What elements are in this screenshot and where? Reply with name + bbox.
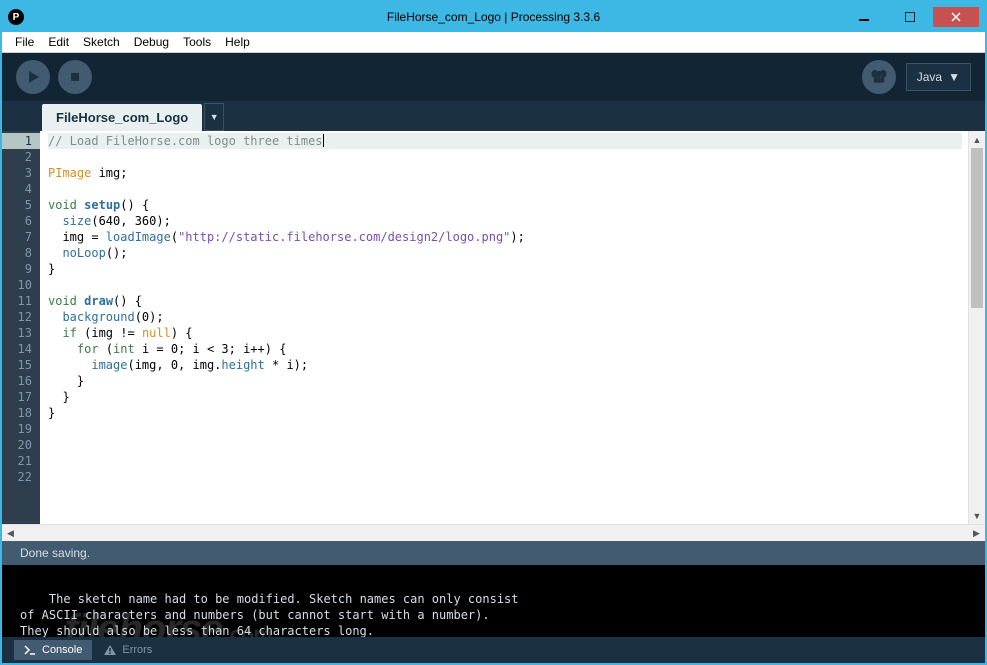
line-number: 17 bbox=[2, 389, 40, 405]
line-number: 3 bbox=[2, 165, 40, 181]
code-line[interactable] bbox=[48, 277, 962, 293]
line-number: 16 bbox=[2, 373, 40, 389]
minimize-button[interactable] bbox=[841, 7, 887, 27]
toolbar: Java ▼ bbox=[2, 53, 985, 101]
app-window: P FileHorse_com_Logo | Processing 3.3.6 … bbox=[0, 0, 987, 665]
line-number: 10 bbox=[2, 277, 40, 293]
code-line[interactable]: image(img, 0, img.height * i); bbox=[48, 357, 962, 373]
scroll-up-arrow[interactable]: ▲ bbox=[969, 131, 985, 148]
errors-tab-label: Errors bbox=[122, 644, 152, 656]
play-icon bbox=[26, 70, 40, 84]
line-number: 9 bbox=[2, 261, 40, 277]
menu-debug[interactable]: Debug bbox=[127, 33, 176, 51]
code-line[interactable] bbox=[48, 181, 962, 197]
code-line[interactable]: void setup() { bbox=[48, 197, 962, 213]
code-line[interactable]: background(0); bbox=[48, 309, 962, 325]
scroll-left-arrow[interactable]: ◀ bbox=[2, 525, 19, 542]
code-line[interactable]: // Load FileHorse.com logo three times bbox=[48, 133, 962, 149]
line-number: 8 bbox=[2, 245, 40, 261]
menubar: File Edit Sketch Debug Tools Help bbox=[2, 32, 985, 53]
code-line[interactable]: img = loadImage("http://static.filehorse… bbox=[48, 229, 962, 245]
code-line[interactable] bbox=[48, 453, 962, 469]
line-number: 7 bbox=[2, 229, 40, 245]
code-line[interactable]: } bbox=[48, 405, 962, 421]
line-number: 12 bbox=[2, 309, 40, 325]
chevron-down-icon: ▼ bbox=[948, 70, 960, 84]
line-number: 5 bbox=[2, 197, 40, 213]
statusbar: Done saving. bbox=[2, 541, 985, 565]
stop-button[interactable] bbox=[58, 60, 92, 94]
menu-edit[interactable]: Edit bbox=[41, 33, 76, 51]
code-line[interactable]: PImage img; bbox=[48, 165, 962, 181]
close-button[interactable] bbox=[933, 7, 979, 27]
run-button[interactable] bbox=[16, 60, 50, 94]
errors-tab[interactable]: Errors bbox=[94, 640, 162, 660]
horizontal-scrollbar[interactable]: ◀ ▶ bbox=[2, 524, 985, 541]
menu-help[interactable]: Help bbox=[218, 33, 257, 51]
window-controls bbox=[841, 7, 979, 27]
console-tab[interactable]: Console bbox=[14, 640, 92, 660]
language-label: Java bbox=[917, 70, 942, 84]
window-title: FileHorse_com_Logo | Processing 3.3.6 bbox=[387, 10, 600, 24]
sketch-tabbar: FileHorse_com_Logo ▼ bbox=[2, 101, 985, 131]
editor: 12345678910111213141516171819202122 // L… bbox=[2, 131, 985, 541]
butterfly-icon bbox=[870, 68, 888, 86]
line-number: 6 bbox=[2, 213, 40, 229]
line-number: 19 bbox=[2, 421, 40, 437]
code-line[interactable]: if (img != null) { bbox=[48, 325, 962, 341]
stop-icon bbox=[68, 70, 82, 84]
status-message: Done saving. bbox=[20, 546, 90, 560]
scroll-right-arrow[interactable]: ▶ bbox=[968, 525, 985, 542]
line-number: 13 bbox=[2, 325, 40, 341]
scrollbar-thumb[interactable] bbox=[971, 148, 983, 308]
line-number: 11 bbox=[2, 293, 40, 309]
console-output[interactable]: The sketch name had to be modified. Sket… bbox=[2, 565, 985, 637]
code-line[interactable] bbox=[48, 469, 962, 485]
debug-mode-button[interactable] bbox=[862, 60, 896, 94]
line-number: 1 bbox=[2, 133, 40, 149]
line-gutter: 12345678910111213141516171819202122 bbox=[2, 131, 40, 524]
code-line[interactable]: void draw() { bbox=[48, 293, 962, 309]
tab-menu-button[interactable]: ▼ bbox=[204, 103, 224, 131]
code-line[interactable] bbox=[48, 437, 962, 453]
language-selector[interactable]: Java ▼ bbox=[906, 63, 971, 91]
code-line[interactable]: for (int i = 0; i < 3; i++) { bbox=[48, 341, 962, 357]
vertical-scrollbar[interactable]: ▲ ▼ bbox=[968, 131, 985, 524]
warning-icon bbox=[104, 645, 116, 655]
scroll-down-arrow[interactable]: ▼ bbox=[969, 507, 985, 524]
code-line[interactable] bbox=[48, 421, 962, 437]
maximize-button[interactable] bbox=[887, 7, 933, 27]
code-line[interactable]: size(640, 360); bbox=[48, 213, 962, 229]
line-number: 21 bbox=[2, 453, 40, 469]
line-number: 14 bbox=[2, 341, 40, 357]
console-tab-label: Console bbox=[42, 644, 82, 656]
line-number: 15 bbox=[2, 357, 40, 373]
menu-sketch[interactable]: Sketch bbox=[76, 33, 127, 51]
app-icon: P bbox=[8, 9, 24, 25]
menu-tools[interactable]: Tools bbox=[176, 33, 218, 51]
chevron-down-icon: ▼ bbox=[210, 112, 219, 122]
line-number: 20 bbox=[2, 437, 40, 453]
line-number: 2 bbox=[2, 149, 40, 165]
line-number: 4 bbox=[2, 181, 40, 197]
menu-file[interactable]: File bbox=[8, 33, 41, 51]
code-line[interactable]: } bbox=[48, 261, 962, 277]
console-text: The sketch name had to be modified. Sket… bbox=[20, 592, 519, 637]
line-number: 22 bbox=[2, 469, 40, 485]
bottom-tabbar: Console Errors bbox=[2, 637, 985, 663]
code-line[interactable] bbox=[48, 149, 962, 165]
sketch-tab[interactable]: FileHorse_com_Logo bbox=[42, 104, 202, 131]
code-area[interactable]: // Load FileHorse.com logo three times P… bbox=[40, 131, 968, 524]
console-icon bbox=[24, 645, 36, 655]
titlebar: P FileHorse_com_Logo | Processing 3.3.6 bbox=[2, 2, 985, 32]
line-number: 18 bbox=[2, 405, 40, 421]
code-line[interactable]: noLoop(); bbox=[48, 245, 962, 261]
code-line[interactable]: } bbox=[48, 389, 962, 405]
code-line[interactable]: } bbox=[48, 373, 962, 389]
